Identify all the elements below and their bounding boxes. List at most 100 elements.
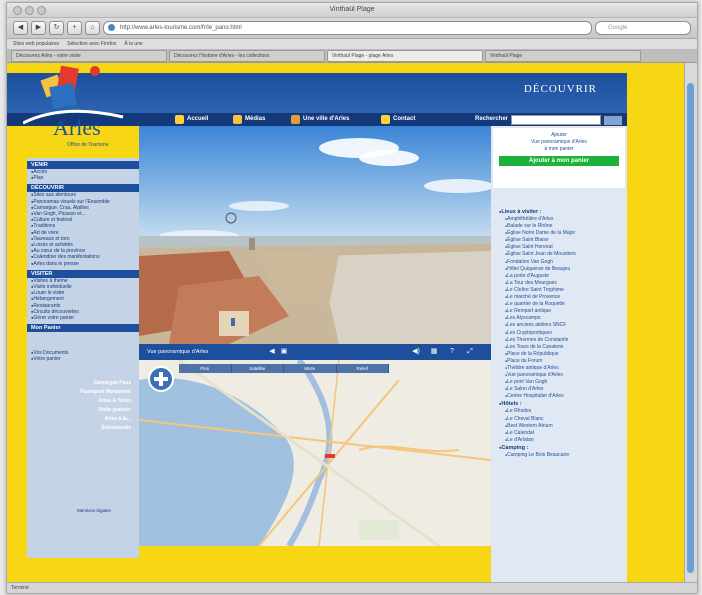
site-container: DÉCOUVRIR Accueil Médias Une ville d'Arl… — [7, 63, 627, 582]
fullscreen-icon[interactable]: ⤢ — [465, 347, 475, 357]
lock-icon[interactable]: ▣ — [279, 347, 289, 357]
list-item[interactable]: La porte d'Auguste — [499, 273, 625, 280]
list-item[interactable]: Fondation Van Gogh — [499, 259, 625, 266]
list-item[interactable]: Théâtre antique d'Arles — [499, 365, 625, 372]
browser-toolbar: ◀ ▶ ↻ + ⌂ http://www.arles-tourisme.com/… — [7, 18, 697, 39]
media-icon — [233, 115, 242, 124]
home-icon[interactable]: ⌂ — [85, 21, 100, 35]
list-item[interactable]: Le Rhodes — [499, 408, 625, 415]
nav-medias[interactable]: Médias — [233, 113, 265, 126]
list-item[interactable]: Place de la République — [499, 351, 625, 358]
contact-icon — [381, 115, 390, 124]
bookmark-item[interactable]: À la une — [124, 39, 142, 49]
list-item[interactable]: Place du Forum — [499, 358, 625, 365]
list-item[interactable]: Amphithéâtre d'Arles — [499, 216, 625, 223]
panorama-toolbar: Vue panoramique d'Arles ◀ ▣ ◀) ▦ ? ⤢ — [139, 344, 491, 360]
list-item[interactable]: Hôtel Quiqueran de Beaujeu — [499, 266, 625, 273]
url-text: http://www.arles-tourisme.com/fr/le_pano… — [120, 25, 242, 31]
promo-link[interactable]: Arles à la... — [27, 415, 139, 424]
sidebar-item[interactable]: Gérer votre panier — [27, 315, 139, 321]
add-text-line: à mon panier — [544, 146, 574, 152]
list-item[interactable]: Église Saint Jean de Moustiers — [499, 251, 625, 258]
nav-label: Accueil — [187, 116, 209, 122]
list-item[interactable]: Les Cryptoportiques — [499, 330, 625, 337]
promo-link[interactable]: Camargue Pass — [27, 379, 139, 388]
title-bar: Vinthaül Plage — [7, 3, 697, 18]
nav-ville[interactable]: Une ville d'Arles — [291, 113, 349, 126]
add-to-basket-button[interactable]: Ajouter à mon panier — [499, 156, 619, 166]
list-item[interactable]: Le Cloître Saint Trophime — [499, 287, 625, 294]
sound-icon[interactable]: ◀) — [411, 347, 421, 357]
tab[interactable]: Vinthaül Plage — [485, 50, 641, 62]
promo-link[interactable]: Évènements — [27, 424, 139, 433]
list-item[interactable]: Les anciens ateliers SNCF — [499, 322, 625, 329]
list-item[interactable]: Le pont Van Gogh — [499, 379, 625, 386]
list-item[interactable]: Best Western Atrium — [499, 423, 625, 430]
section-decouvrir: DÉCOUVRIR — [27, 184, 139, 193]
help-icon[interactable]: ? — [447, 347, 457, 357]
tab-plan[interactable]: Plan — [179, 364, 232, 373]
list-item[interactable]: Les Alyscamps — [499, 315, 625, 322]
map-view[interactable]: Plan Satellite Mixte Relief — [139, 360, 491, 546]
back-icon[interactable]: ◀ — [13, 21, 28, 35]
nav-accueil[interactable]: Accueil — [175, 113, 208, 126]
panorama-view[interactable] — [139, 126, 491, 344]
bookmark-item[interactable]: Sélection avec Firefox — [67, 39, 116, 49]
page-scrollbar[interactable] — [684, 63, 697, 582]
tab-relief[interactable]: Relief — [337, 364, 389, 373]
tab-active[interactable]: Vinthaül Plage - plage Arles — [327, 50, 483, 62]
tab-mixte[interactable]: Mixte — [284, 364, 337, 373]
add-text-line: Vue panoramique d'Arles — [531, 139, 587, 145]
home-icon — [175, 115, 184, 124]
arles-logo[interactable] — [23, 63, 133, 163]
list-item[interactable]: Le Salon d'Arles — [499, 386, 625, 393]
window-controls[interactable] — [13, 6, 46, 15]
site-search-button[interactable] — [603, 115, 623, 126]
minimize-icon[interactable] — [25, 6, 34, 15]
group-heading: Hôtels : — [499, 400, 625, 408]
brand-name: Arles — [53, 115, 101, 140]
promo-link[interactable]: Visite gratuite — [27, 406, 139, 415]
list-item[interactable]: Le d'Arlatan — [499, 437, 625, 444]
list-item[interactable]: Le marché de Provence — [499, 294, 625, 301]
list-item[interactable]: Le Rempart antique — [499, 308, 625, 315]
map-canvas[interactable] — [139, 360, 491, 546]
forward-icon[interactable]: ▶ — [31, 21, 46, 35]
section-venir: VENIR — [27, 161, 139, 169]
list-item[interactable]: Le quartier de la Roquette — [499, 301, 625, 308]
list-item[interactable]: Les Tours de la Cavalerie — [499, 344, 625, 351]
nav-contact[interactable]: Contact — [381, 113, 415, 126]
list-item[interactable]: La Tour des Mourgues — [499, 280, 625, 287]
map-icon[interactable]: ▦ — [429, 347, 439, 357]
list-item[interactable]: Le Cheval Blanc — [499, 416, 625, 423]
section-panier: Mon Panier — [27, 324, 139, 333]
list-item[interactable]: Les Thermes de Constantin — [499, 337, 625, 344]
tab-satellite[interactable]: Satellite — [232, 364, 284, 373]
map-pan-control[interactable] — [148, 366, 174, 392]
url-field[interactable]: http://www.arles-tourisme.com/fr/le_pano… — [103, 21, 592, 35]
play-icon[interactable]: ◀ — [267, 347, 277, 357]
bookmark-item[interactable]: Sites web populaires — [13, 39, 59, 49]
close-icon[interactable] — [13, 6, 22, 15]
site-search-input[interactable] — [511, 115, 601, 125]
search-field[interactable]: Google — [595, 21, 691, 35]
promo-link[interactable]: Arles & Toros — [27, 397, 139, 406]
mentions-link[interactable]: Mentions légales — [77, 508, 111, 513]
scroll-thumb[interactable] — [687, 83, 694, 573]
list-item[interactable]: Le Calendal — [499, 430, 625, 437]
tab[interactable]: Découvrez l'histoire d'Arles - les colle… — [169, 50, 325, 62]
list-item[interactable]: Vue panoramique d'Arles — [499, 372, 625, 379]
map-type-tabs: Plan Satellite Mixte Relief — [179, 364, 389, 373]
add-icon[interactable]: + — [67, 21, 82, 35]
list-item[interactable]: Centre Hospitalier d'Arles — [499, 393, 625, 400]
list-item[interactable]: Camping Le Bois Beaucaire — [499, 452, 625, 459]
sidebar-item[interactable]: Plan — [27, 175, 139, 181]
sidebar-item[interactable]: Arles dans le presse — [27, 261, 139, 267]
tab[interactable]: Découvrez Arles - votre visite — [11, 50, 167, 62]
zoom-icon[interactable] — [37, 6, 46, 15]
promo-link[interactable]: Passeport Monument — [27, 388, 139, 397]
banner-title: DÉCOUVRIR — [523, 83, 597, 95]
reload-icon[interactable]: ↻ — [49, 21, 64, 35]
nav-label: Contact — [393, 116, 416, 122]
group-heading: Lieux à visiter : — [499, 208, 625, 216]
